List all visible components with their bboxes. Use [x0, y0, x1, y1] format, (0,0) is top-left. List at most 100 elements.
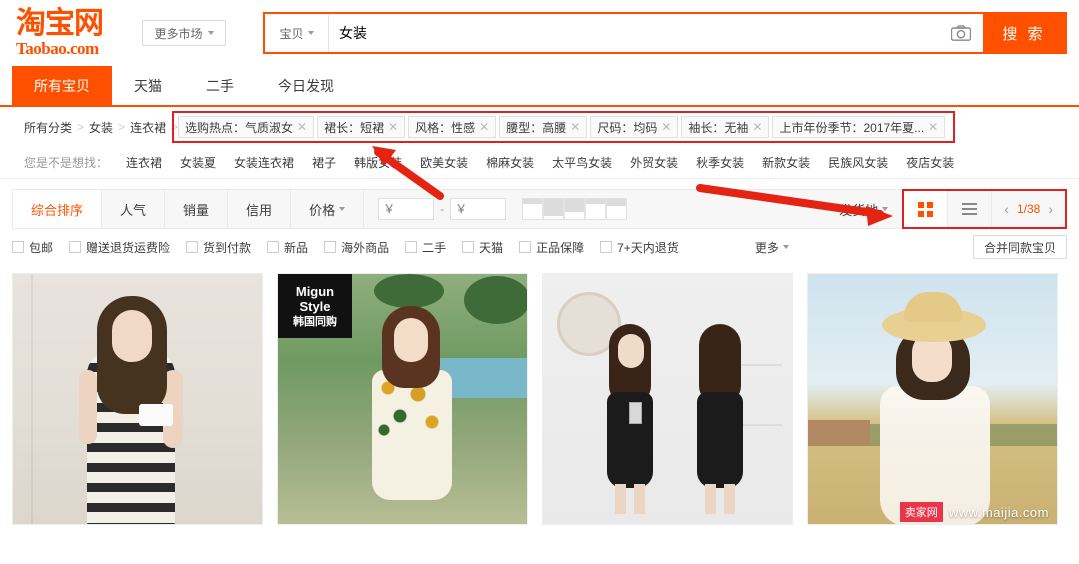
sort-comprehensive[interactable]: 综合排序: [13, 190, 103, 228]
sort-credit[interactable]: 信用: [228, 190, 292, 228]
checkbox-box[interactable]: [324, 241, 337, 253]
close-icon[interactable]: ✕: [388, 120, 398, 134]
search-category-dropdown[interactable]: 宝贝: [265, 14, 329, 52]
close-icon[interactable]: ✕: [661, 120, 671, 134]
filter-tag[interactable]: 选购热点：气质淑女 ✕: [178, 116, 315, 138]
chevron-down-icon: [782, 245, 789, 249]
suggestion-item[interactable]: 太平鸟女装: [552, 154, 612, 171]
more-filters-dropdown[interactable]: 更多: [755, 239, 789, 256]
price-max-input[interactable]: [450, 198, 507, 220]
suggestion-item[interactable]: 韩版女装: [354, 154, 402, 171]
checkbox-cash-on-delivery[interactable]: 货到付款: [186, 239, 251, 256]
checkbox-box[interactable]: [186, 241, 199, 253]
merge-same-items-button[interactable]: 合并同款宝贝: [972, 235, 1067, 259]
checkbox-new-arrival[interactable]: 新品: [267, 239, 308, 256]
close-icon[interactable]: ✕: [570, 120, 580, 134]
filter-tag[interactable]: 上市年份季节：2017年夏... ✕: [772, 116, 946, 138]
filter-tag[interactable]: 裙长：短裙 ✕: [317, 116, 406, 138]
close-icon[interactable]: ✕: [928, 120, 938, 134]
breadcrumb-item-0[interactable]: 所有分类: [24, 119, 72, 136]
checkbox-box[interactable]: [519, 241, 532, 253]
filter-tag[interactable]: 腰型：高腰 ✕: [499, 116, 588, 138]
list-view-button[interactable]: [948, 191, 993, 227]
badge-line-3: 韩国同购: [293, 316, 337, 329]
site-watermark: 卖家网 www.maijia.com: [899, 502, 1049, 522]
checkbox-free-shipping[interactable]: 包邮: [12, 239, 53, 256]
product-card-2[interactable]: Migun Style 韩国同购: [277, 273, 528, 525]
checkbox-7day-return[interactable]: 7+天内退货: [600, 239, 679, 256]
camera-search-button[interactable]: [939, 14, 983, 52]
filter-tag[interactable]: 风格：性感 ✕: [408, 116, 497, 138]
product-card-1[interactable]: [12, 273, 263, 525]
checkbox-label: 正品保障: [536, 240, 585, 255]
badge-line-1: Migun: [295, 284, 335, 300]
suggestion-item[interactable]: 裙子: [312, 154, 336, 171]
suggestion-item[interactable]: 棉麻女装: [486, 154, 534, 171]
checkbox-box[interactable]: [600, 241, 613, 253]
checkbox-overseas[interactable]: 海外商品: [324, 239, 389, 256]
chevron-left-icon[interactable]: ‹: [1004, 201, 1009, 217]
suggestion-item[interactable]: 秋季女装: [696, 154, 744, 171]
sort-sales[interactable]: 销量: [165, 190, 229, 228]
suggestion-item[interactable]: 连衣裙: [126, 154, 162, 171]
filter-tag[interactable]: 袖长：无袖 ✕: [681, 116, 770, 138]
close-icon[interactable]: ✕: [297, 120, 307, 134]
close-icon[interactable]: ✕: [479, 120, 489, 134]
price-min-input[interactable]: [378, 198, 435, 220]
page-header: 淘宝网 Taobao.com 更多市场 宝贝 搜 索: [0, 0, 1079, 66]
camera-icon: [951, 25, 971, 41]
filter-tag[interactable]: 尺码：均码 ✕: [590, 116, 679, 138]
search-button[interactable]: 搜 索: [983, 14, 1065, 52]
tab-tmall[interactable]: 天猫: [112, 66, 184, 105]
watermark-badge: 卖家网: [899, 502, 943, 522]
sort-price[interactable]: 价格: [291, 190, 365, 228]
suggestion-item[interactable]: 女装连衣裙: [234, 154, 294, 171]
badge-line-2: Style: [299, 298, 331, 314]
checkbox-label: 二手: [422, 240, 447, 255]
checkbox-authentic-guarantee[interactable]: 正品保障: [519, 239, 584, 256]
suggestion-item[interactable]: 新款女装: [762, 154, 810, 171]
close-icon[interactable]: ✕: [752, 120, 762, 134]
chevron-right-icon[interactable]: ›: [1048, 201, 1053, 217]
product-card-4[interactable]: 卖家网 www.maijia.com: [807, 273, 1058, 525]
product-card-3[interactable]: [542, 273, 793, 525]
tab-secondhand[interactable]: 二手: [184, 66, 256, 105]
checkbox-box[interactable]: [405, 241, 418, 253]
breadcrumb-item-2[interactable]: 连衣裙: [130, 119, 166, 136]
checkbox-box[interactable]: [12, 241, 24, 253]
checkbox-box[interactable]: [267, 241, 280, 253]
breadcrumb-separator: >: [77, 120, 85, 134]
suggestion-item[interactable]: 女装夏: [180, 154, 216, 171]
sort-popularity[interactable]: 人气: [102, 190, 166, 228]
filter-tag-label: 腰型：高腰: [506, 120, 567, 135]
suggestion-item[interactable]: 欧美女装: [420, 154, 468, 171]
checkbox-secondhand[interactable]: 二手: [405, 239, 446, 256]
logo-chinese-text: 淘宝网: [16, 5, 104, 41]
suggestion-item[interactable]: 夜店女装: [906, 154, 954, 171]
ship-from-dropdown[interactable]: 发货地: [825, 200, 902, 219]
checkbox-return-insurance[interactable]: 赠送退货运费险: [69, 239, 170, 256]
price-histogram[interactable]: [522, 198, 628, 220]
more-markets-label: 更多市场: [154, 26, 203, 41]
filter-tag-label: 裙长：短裙: [324, 120, 385, 135]
suggestion-item[interactable]: 外贸女装: [630, 154, 678, 171]
search-input[interactable]: [329, 14, 939, 52]
search-bar: 宝贝 搜 索: [263, 12, 1067, 54]
tab-all-items[interactable]: 所有宝贝: [12, 66, 112, 105]
breadcrumb-and-tags-row: 所有分类 > 女装 > 连衣裙 > 选购热点：气质淑女 ✕ 裙长：短裙 ✕ 风格…: [0, 107, 1079, 147]
tab-today-discover[interactable]: 今日发现: [256, 66, 356, 105]
suggestion-item[interactable]: 民族风女装: [828, 154, 888, 171]
taobao-logo[interactable]: 淘宝网 Taobao.com: [16, 5, 128, 58]
list-view-icon: [962, 203, 978, 215]
checkbox-box[interactable]: [462, 241, 475, 253]
product-image-3: [543, 274, 792, 524]
product-badge: Migun Style 韩国同购: [278, 274, 352, 338]
checkbox-box[interactable]: [69, 241, 82, 253]
more-markets-button[interactable]: 更多市场: [142, 20, 226, 46]
filter-tag-label: 风格：性感: [415, 120, 476, 135]
checkbox-tmall[interactable]: 天猫: [462, 239, 503, 256]
breadcrumb-item-1[interactable]: 女装: [89, 119, 113, 136]
page-indicator: 1/38: [1016, 202, 1041, 216]
chevron-down-icon: [339, 207, 346, 211]
grid-view-button[interactable]: [904, 191, 949, 227]
